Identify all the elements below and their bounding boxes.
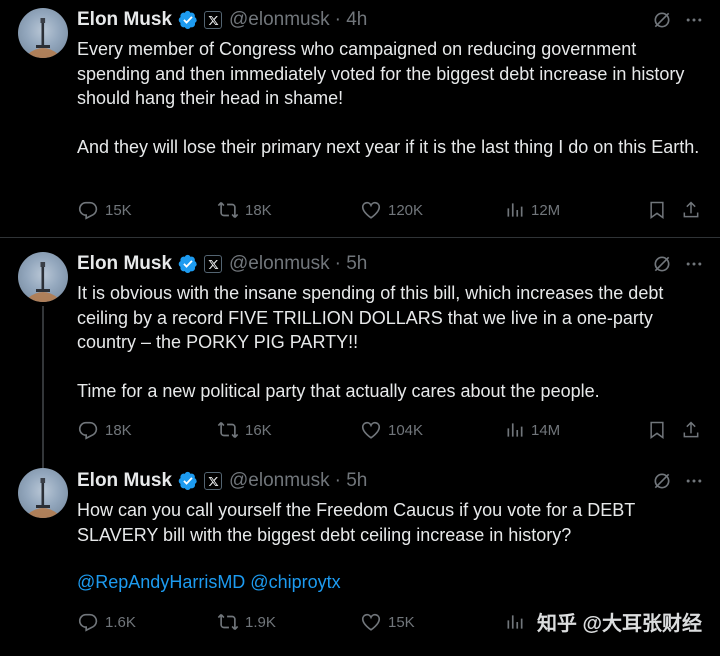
watermark-text: 知乎 @大耳张财经 (536, 613, 702, 635)
avatar[interactable] (18, 468, 68, 518)
views-button[interactable]: 14M (505, 417, 560, 443)
tweet-top-actions (652, 471, 704, 496)
views-icon (507, 203, 523, 217)
more-icon[interactable] (684, 254, 704, 279)
tweet-header: Elon Musk @elonmusk · 4h (77, 8, 367, 32)
x-affiliate-icon[interactable] (204, 11, 223, 29)
repost-button[interactable]: 16K (217, 417, 272, 443)
views-button[interactable] (505, 609, 525, 635)
x-affiliate-icon[interactable] (204, 255, 223, 273)
tweet-1[interactable]: Elon Musk @elonmusk · 4h Every member of… (0, 0, 720, 238)
repost-count: 1.9K (245, 613, 276, 631)
repost-button[interactable]: 1.9K (217, 609, 276, 635)
tweet-text: How can you call yourself the Freedom Ca… (77, 500, 640, 545)
like-icon (361, 421, 381, 439)
more-icon[interactable] (684, 10, 704, 35)
reply-button[interactable]: 1.6K (77, 609, 136, 635)
author-name[interactable]: Elon Musk (77, 470, 172, 492)
reply-icon (78, 613, 98, 632)
view-count: 14M (531, 421, 561, 439)
reply-count: 1.6K (105, 613, 136, 631)
repost-button[interactable]: 18K (217, 197, 272, 223)
tweet-actions: 18K 16K 104K 14M (77, 417, 707, 443)
grok-icon[interactable] (652, 254, 672, 279)
x-affiliate-icon[interactable] (204, 472, 223, 490)
tweet-time[interactable]: · 5h (335, 253, 368, 275)
repost-icon (217, 614, 239, 630)
author-handle[interactable]: @elonmusk (229, 253, 330, 275)
view-count: 12M (531, 201, 561, 219)
views-icon (507, 423, 523, 437)
reply-button[interactable]: 18K (77, 417, 132, 443)
tweet-top-actions (652, 10, 704, 35)
share-button[interactable] (681, 197, 701, 223)
tweet-mentions[interactable]: @RepAndyHarrisMD @chiproytx (77, 570, 707, 595)
bookmark-icon (650, 421, 664, 439)
verified-badge-icon[interactable] (178, 254, 198, 274)
bookmark-icon (650, 201, 664, 219)
repost-icon (217, 202, 239, 218)
reply-icon (78, 201, 98, 220)
tweet-time[interactable]: · 5h (335, 470, 368, 492)
share-icon (683, 421, 699, 438)
author-handle[interactable]: @elonmusk (229, 470, 330, 492)
author-handle[interactable]: @elonmusk (229, 9, 330, 31)
tweet-text: It is obvious with the insane spending o… (77, 283, 664, 401)
verified-badge-icon[interactable] (178, 10, 198, 30)
like-count: 104K (388, 421, 424, 439)
author-name[interactable]: Elon Musk (77, 253, 172, 275)
tweet-actions: 15K 18K 120K 12M (77, 197, 707, 223)
share-button[interactable] (681, 417, 701, 443)
reply-button[interactable]: 15K (77, 197, 132, 223)
tweet-time[interactable]: · 4h (335, 9, 368, 31)
like-button[interactable]: 104K (360, 417, 423, 443)
more-icon[interactable] (684, 471, 704, 496)
author-name[interactable]: Elon Musk (77, 9, 172, 31)
like-button[interactable]: 15K (360, 609, 415, 635)
grok-icon[interactable] (652, 471, 672, 496)
bookmark-button[interactable] (647, 417, 667, 443)
views-button[interactable]: 12M (505, 197, 560, 223)
repost-count: 16K (245, 421, 272, 439)
zhihu-watermark: 知乎 @大耳张财经 (537, 607, 702, 636)
views-icon (507, 615, 523, 629)
like-icon (361, 613, 381, 631)
verified-badge-icon[interactable] (178, 471, 198, 491)
like-button[interactable]: 120K (360, 197, 423, 223)
thread-line (42, 306, 44, 468)
bookmark-button[interactable] (647, 197, 667, 223)
grok-icon[interactable] (652, 10, 672, 35)
share-icon (683, 201, 699, 218)
like-count: 15K (388, 613, 415, 631)
reply-count: 15K (105, 201, 132, 219)
tweet-header: Elon Musk @elonmusk · 5h (77, 252, 367, 276)
tweet-text: Every member of Congress who campaigned … (77, 39, 700, 157)
like-count: 120K (388, 201, 424, 219)
avatar[interactable] (18, 8, 68, 58)
reply-count: 18K (105, 421, 132, 439)
like-icon (361, 201, 381, 219)
tweet-top-actions (652, 254, 704, 279)
avatar[interactable] (18, 252, 68, 302)
repost-count: 18K (245, 201, 272, 219)
repost-icon (217, 422, 239, 438)
tweet-2[interactable]: Elon Musk @elonmusk · 5h It is obvious w… (0, 238, 720, 468)
reply-icon (78, 421, 98, 440)
tweet-header: Elon Musk @elonmusk · 5h (77, 469, 367, 493)
